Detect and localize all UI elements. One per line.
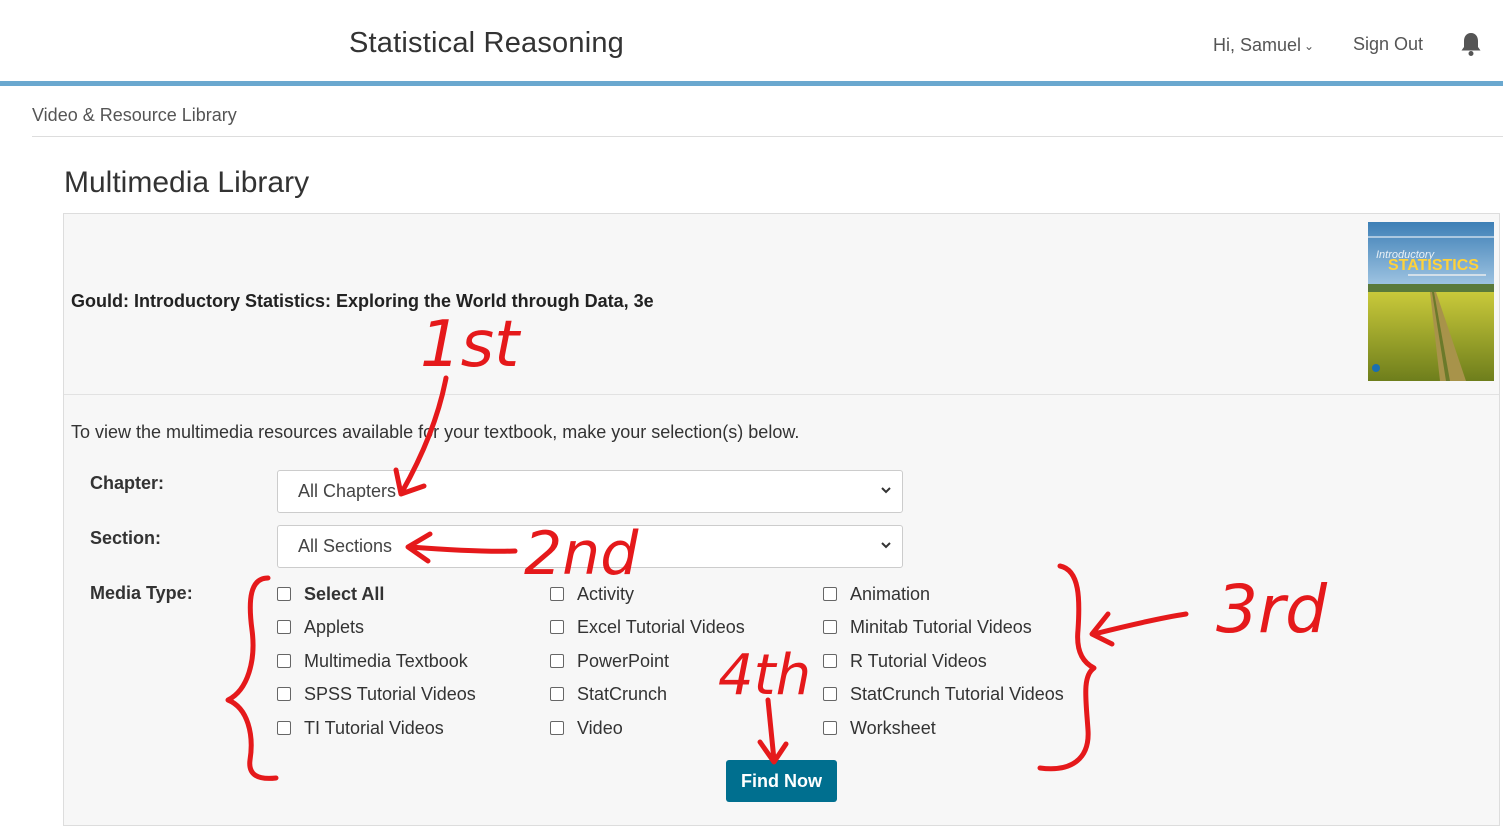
checkbox-box[interactable]	[550, 653, 564, 668]
checkbox-box[interactable]	[277, 720, 291, 735]
media-type-checkbox[interactable]: Select All	[277, 584, 384, 605]
checkbox-label: Video	[577, 718, 623, 738]
checkbox-box[interactable]	[550, 619, 564, 634]
instructions-text: To view the multimedia resources availab…	[71, 422, 800, 442]
breadcrumb[interactable]: Video & Resource Library	[32, 105, 237, 126]
checkbox-label: PowerPoint	[577, 651, 670, 671]
breadcrumb-divider	[32, 136, 1503, 137]
checkbox-box[interactable]	[277, 619, 291, 634]
checkbox-box[interactable]	[823, 619, 837, 634]
checkbox-label: Minitab Tutorial Videos	[850, 617, 1032, 637]
page-title: Multimedia Library	[64, 166, 310, 199]
media-type-checkbox[interactable]: Minitab Tutorial Videos	[823, 617, 1032, 638]
chevron-down-icon	[881, 542, 891, 549]
media-type-checkbox[interactable]: TI Tutorial Videos	[277, 718, 444, 739]
checkbox-label: SPSS Tutorial Videos	[304, 684, 476, 704]
find-now-button[interactable]: Find Now	[726, 760, 837, 802]
panel-divider	[64, 394, 1499, 395]
media-type-checkbox[interactable]: Animation	[823, 584, 930, 605]
checkbox-box[interactable]	[823, 586, 837, 601]
checkbox-label: Applets	[304, 617, 365, 637]
media-type-checkbox[interactable]: Multimedia Textbook	[277, 651, 468, 672]
section-label: Section:	[90, 528, 162, 548]
svg-text:STATISTICS: STATISTICS	[1388, 257, 1479, 274]
media-type-checkbox[interactable]: StatCrunch	[550, 684, 667, 705]
section-select[interactable]: All Sections	[277, 525, 903, 568]
media-type-checkbox[interactable]: Worksheet	[823, 718, 936, 739]
chevron-down-icon	[881, 487, 891, 494]
checkbox-box[interactable]	[823, 653, 837, 668]
sign-out-link[interactable]: Sign Out	[1353, 34, 1423, 55]
checkbox-label: Excel Tutorial Videos	[577, 617, 745, 637]
media-type-checkbox[interactable]: Activity	[550, 584, 634, 605]
media-type-checkbox[interactable]: Video	[550, 718, 623, 739]
media-type-checkbox[interactable]: PowerPoint	[550, 651, 669, 672]
checkbox-label: Worksheet	[850, 718, 936, 738]
checkbox-box[interactable]	[550, 586, 564, 601]
checkbox-label: StatCrunch Tutorial Videos	[850, 684, 1064, 704]
book-cover-image: Introductory STATISTICS	[1368, 222, 1494, 381]
checkbox-box[interactable]	[550, 720, 564, 735]
checkbox-box[interactable]	[823, 686, 837, 701]
checkbox-box[interactable]	[550, 686, 564, 701]
book-title: Gould: Introductory Statistics: Explorin…	[71, 291, 654, 311]
chapter-select[interactable]: All Chapters	[277, 470, 903, 513]
checkbox-box[interactable]	[277, 686, 291, 701]
checkbox-label: R Tutorial Videos	[850, 651, 987, 671]
media-type-checkbox[interactable]: Excel Tutorial Videos	[550, 617, 745, 638]
chevron-down-icon: ⌄	[1304, 39, 1315, 53]
section-select-value: All Sections	[298, 536, 393, 556]
chapter-select-value: All Chapters	[298, 481, 397, 501]
checkbox-label: Multimedia Textbook	[304, 651, 468, 671]
app-title: Statistical Reasoning	[349, 27, 625, 59]
checkbox-box[interactable]	[277, 653, 291, 668]
checkbox-box[interactable]	[277, 586, 291, 601]
checkbox-box[interactable]	[823, 720, 837, 735]
checkbox-label: StatCrunch	[577, 684, 668, 704]
media-type-checkbox[interactable]: Applets	[277, 617, 364, 638]
media-type-label: Media Type:	[90, 583, 193, 603]
checkbox-label: Animation	[850, 584, 931, 604]
checkbox-label: Select All	[304, 584, 385, 604]
bell-icon[interactable]	[1459, 31, 1483, 57]
media-type-checkbox[interactable]: StatCrunch Tutorial Videos	[823, 684, 1064, 705]
user-menu[interactable]: Hi, Samuel ⌄	[1213, 35, 1314, 56]
checkbox-label: TI Tutorial Videos	[304, 718, 444, 738]
media-type-checkbox[interactable]: R Tutorial Videos	[823, 651, 987, 672]
header-accent-rule	[0, 81, 1503, 86]
user-greeting: Hi, Samuel	[1213, 35, 1302, 55]
top-header: Statistical Reasoning Hi, Samuel ⌄ Sign O…	[0, 0, 1503, 86]
checkbox-label: Activity	[577, 584, 635, 604]
chapter-label: Chapter:	[90, 473, 165, 493]
media-type-checkbox[interactable]: SPSS Tutorial Videos	[277, 684, 476, 705]
library-panel: Gould: Introductory Statistics: Explorin…	[63, 213, 1500, 826]
